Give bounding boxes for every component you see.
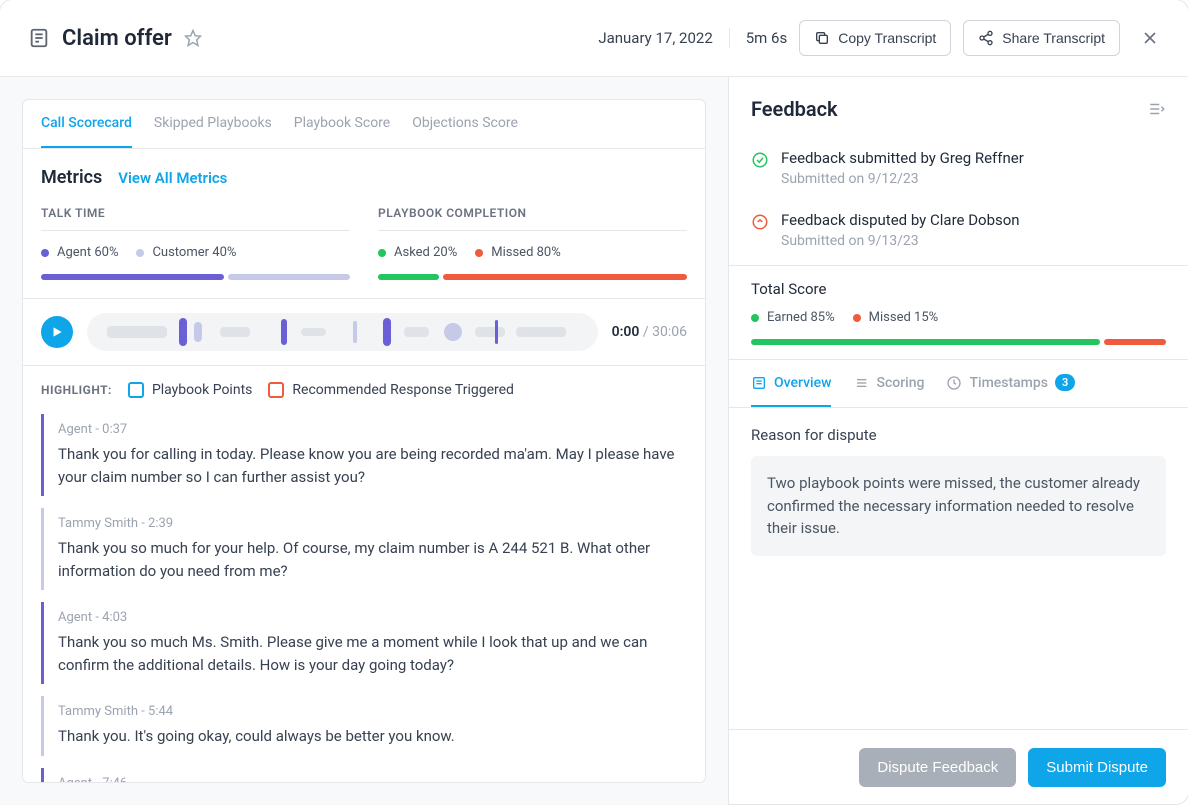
tab-timestamps[interactable]: Timestamps 3 (946, 360, 1075, 407)
timestamps-count-badge: 3 (1055, 374, 1075, 391)
dispute-reason-text: Two playbook points were missed, the cus… (751, 456, 1166, 556)
page-title: Claim offer (62, 26, 172, 51)
submit-dispute-button[interactable]: Submit Dispute (1028, 748, 1166, 787)
time-display: 0:00 / 30:06 (612, 324, 687, 340)
highlight-filters: HIGHLIGHT: Playbook Points Recommended R… (23, 366, 705, 414)
check-circle-icon (751, 151, 769, 169)
copy-icon (814, 30, 830, 46)
transcript-text: Thank you for calling in today. Please k… (58, 443, 687, 488)
feedback-title: Feedback (751, 97, 838, 121)
highlight-playbook-points[interactable]: Playbook Points (128, 382, 252, 398)
transcript-text: Thank you. It's going okay, could always… (58, 725, 687, 748)
checkbox-icon (128, 382, 144, 398)
feedback-sidebar: Feedback Feedback submitted by Greg Reff… (728, 77, 1188, 805)
transcript-entry: Agent - 7:46 I hear you Ms. Smith. Alrig… (41, 768, 687, 783)
collapse-icon[interactable] (1148, 100, 1166, 118)
feedback-item: Feedback disputed by Clare DobsonSubmitt… (729, 203, 1188, 265)
feedback-tabs: Overview Scoring Timestamps 3 (729, 359, 1188, 408)
call-date: January 17, 2022 (598, 29, 712, 47)
transcript-entry: Agent - 4:03 Thank you so much Ms. Smith… (41, 602, 687, 684)
tab-scoring[interactable]: Scoring (853, 360, 924, 407)
checkbox-icon (268, 382, 284, 398)
transcript-entry: Agent - 0:37 Thank you for calling in to… (41, 414, 687, 496)
transcript-meta: Tammy Smith - 5:44 (58, 704, 687, 719)
transcript-list: Agent - 0:37 Thank you for calling in to… (23, 414, 705, 782)
call-duration: 5m 6s (746, 29, 787, 47)
playbook-completion-panel: PLAYBOOK COMPLETION Asked 20% Missed 80% (378, 206, 687, 280)
share-transcript-button[interactable]: Share Transcript (963, 20, 1120, 56)
transcript-meta: Agent - 0:37 (58, 422, 687, 437)
total-score-bar (751, 339, 1166, 345)
transcript-entry: Tammy Smith - 5:44 Thank you. It's going… (41, 696, 687, 756)
transcript-meta: Agent - 4:03 (58, 610, 687, 625)
talk-time-panel: TALK TIME Agent 60% Customer 40% (41, 206, 350, 280)
copy-transcript-button[interactable]: Copy Transcript (799, 20, 951, 56)
page-header: Claim offer January 17, 2022 5m 6s Copy … (0, 0, 1188, 77)
tab-playbook-score[interactable]: Playbook Score (294, 100, 390, 148)
audio-player: 0:00 / 30:06 (23, 298, 705, 366)
talk-time-bar (41, 274, 350, 280)
view-all-metrics-link[interactable]: View All Metrics (118, 169, 227, 187)
tab-overview[interactable]: Overview (751, 360, 831, 407)
playbook-completion-bar (378, 274, 687, 280)
main-tabs: Call Scorecard Skipped Playbooks Playboo… (23, 100, 705, 149)
clock-icon (946, 375, 962, 391)
transcript-entry: Tammy Smith - 2:39 Thank you so much for… (41, 508, 687, 590)
dispute-section: Reason for dispute Two playbook points w… (729, 408, 1188, 729)
feedback-footer: Dispute Feedback Submit Dispute (729, 729, 1188, 805)
share-icon (978, 30, 994, 46)
tab-objections-score[interactable]: Objections Score (412, 100, 518, 148)
feedback-item: Feedback submitted by Greg ReffnerSubmit… (729, 141, 1188, 203)
transcript-text: Thank you so much for your help. Of cour… (58, 537, 687, 582)
dispute-feedback-button[interactable]: Dispute Feedback (859, 748, 1016, 787)
transcript-text: Thank you so much Ms. Smith. Please give… (58, 631, 687, 676)
tab-call-scorecard[interactable]: Call Scorecard (41, 100, 132, 148)
alert-circle-icon (751, 213, 769, 231)
play-button[interactable] (41, 316, 73, 348)
total-score-section: Total Score Earned 85% Missed 15% (729, 265, 1188, 359)
metrics-heading: Metrics (41, 167, 102, 188)
transcript-meta: Agent - 7:46 (58, 776, 687, 783)
document-icon (28, 27, 50, 49)
highlight-recommended-response[interactable]: Recommended Response Triggered (268, 382, 514, 398)
transcript-meta: Tammy Smith - 2:39 (58, 516, 687, 531)
star-icon[interactable] (184, 29, 202, 47)
close-icon[interactable] (1140, 28, 1160, 48)
waveform-track[interactable] (87, 313, 598, 351)
scoring-icon (853, 375, 869, 391)
tab-skipped-playbooks[interactable]: Skipped Playbooks (154, 100, 272, 148)
overview-icon (751, 375, 767, 391)
